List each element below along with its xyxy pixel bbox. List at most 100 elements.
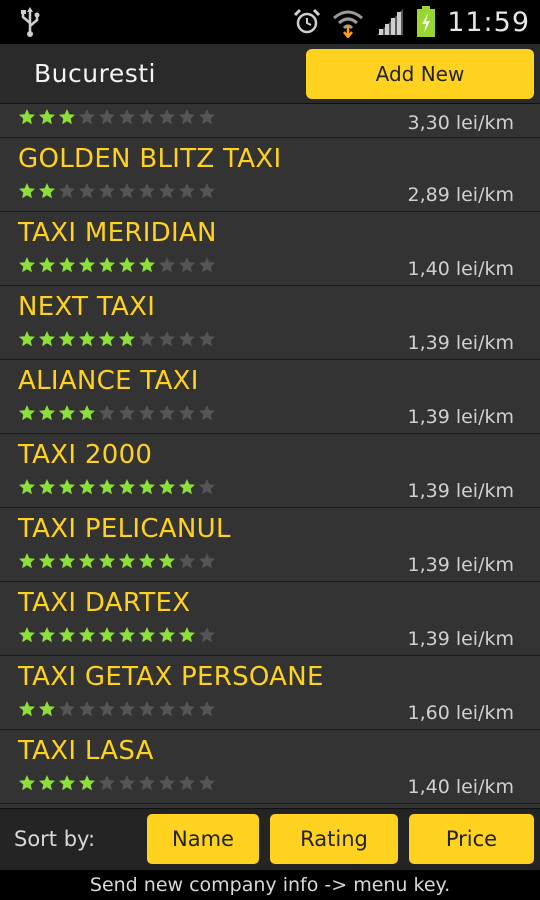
star-filled-icon (78, 774, 96, 792)
star-empty-icon (158, 774, 176, 792)
company-price: 1,39 lei/km (407, 480, 514, 502)
company-name: TAXI LASA (18, 736, 154, 766)
star-filled-icon (58, 626, 76, 644)
company-name: NEXT TAXI (18, 292, 156, 322)
status-bar: 11:59 (0, 0, 540, 44)
star-empty-icon (198, 478, 216, 496)
company-price: 3,30 lei/km (407, 112, 514, 134)
star-filled-icon (78, 256, 96, 274)
rating-stars (18, 552, 216, 570)
star-filled-icon (18, 700, 36, 718)
star-filled-icon (118, 478, 136, 496)
signal-icon (375, 7, 405, 37)
star-filled-icon (18, 626, 36, 644)
sort-by-name-button[interactable]: Name (147, 814, 259, 864)
star-empty-icon (178, 700, 196, 718)
star-empty-icon (118, 108, 136, 126)
star-filled-icon (58, 478, 76, 496)
star-empty-icon (198, 700, 216, 718)
company-price: 2,89 lei/km (407, 184, 514, 206)
add-new-button[interactable]: Add New (306, 49, 534, 99)
star-empty-icon (178, 552, 196, 570)
star-empty-icon (198, 182, 216, 200)
star-empty-icon (58, 700, 76, 718)
star-filled-icon (38, 700, 56, 718)
star-filled-icon (78, 552, 96, 570)
star-empty-icon (98, 404, 116, 422)
company-row[interactable]: GOLDEN BLITZ TAXI 2,89 lei/km (0, 138, 540, 212)
company-name: TAXI GETAX PERSOANE (18, 662, 324, 692)
city-title: Bucuresti (34, 59, 156, 88)
rating-stars (18, 256, 216, 274)
company-row[interactable]: TAXI GETAX PERSOANE 1,60 lei/km (0, 656, 540, 730)
star-empty-icon (178, 108, 196, 126)
star-filled-icon (58, 552, 76, 570)
star-empty-icon (198, 552, 216, 570)
star-filled-icon (38, 330, 56, 348)
star-filled-icon (18, 552, 36, 570)
star-empty-icon (178, 182, 196, 200)
star-filled-icon (158, 626, 176, 644)
star-filled-icon (178, 626, 196, 644)
usb-icon (19, 7, 41, 37)
alarm-icon (293, 8, 321, 36)
company-row[interactable]: NEXT TAXI 1,39 lei/km (0, 286, 540, 360)
star-filled-icon (78, 404, 96, 422)
star-filled-icon (78, 626, 96, 644)
star-filled-icon (98, 256, 116, 274)
star-empty-icon (158, 700, 176, 718)
company-price: 1,39 lei/km (407, 554, 514, 576)
star-empty-icon (78, 182, 96, 200)
star-filled-icon (18, 404, 36, 422)
star-empty-icon (178, 404, 196, 422)
company-row[interactable]: TAXI MERIDIAN 1,40 lei/km (0, 212, 540, 286)
star-empty-icon (198, 108, 216, 126)
battery-charging-icon (415, 6, 437, 38)
sort-by-price-button[interactable]: Price (409, 814, 534, 864)
star-empty-icon (98, 700, 116, 718)
star-empty-icon (78, 700, 96, 718)
company-row[interactable]: TAXI PELICANUL 1,39 lei/km (0, 508, 540, 582)
company-row[interactable]: TAXI 2000 1,39 lei/km (0, 434, 540, 508)
star-filled-icon (58, 330, 76, 348)
sort-by-rating-button[interactable]: Rating (270, 814, 398, 864)
star-filled-icon (58, 256, 76, 274)
star-empty-icon (78, 108, 96, 126)
star-empty-icon (138, 774, 156, 792)
rating-stars (18, 108, 216, 126)
star-filled-icon (118, 330, 136, 348)
rating-stars (18, 774, 216, 792)
footer-hint: Send new company info -> menu key. (0, 870, 540, 900)
star-filled-icon (58, 108, 76, 126)
star-empty-icon (98, 774, 116, 792)
star-filled-icon (178, 478, 196, 496)
star-empty-icon (178, 774, 196, 792)
app-header: Bucuresti Add New (0, 44, 540, 104)
star-empty-icon (138, 700, 156, 718)
company-row[interactable]: TAXI LASA 1,40 lei/km (0, 730, 540, 804)
company-row[interactable]: ALIANCE TAXI 1,39 lei/km (0, 360, 540, 434)
star-filled-icon (38, 182, 56, 200)
company-row[interactable]: TAXI DARTEX 1,39 lei/km (0, 582, 540, 656)
star-filled-icon (98, 330, 116, 348)
company-price: 1,40 lei/km (407, 776, 514, 798)
star-empty-icon (158, 330, 176, 348)
company-price: 1,39 lei/km (407, 628, 514, 650)
star-filled-icon (38, 404, 56, 422)
sort-bar: Sort by: Name Rating Price (0, 808, 540, 870)
star-empty-icon (118, 774, 136, 792)
star-filled-icon (138, 478, 156, 496)
star-filled-icon (38, 774, 56, 792)
star-empty-icon (138, 404, 156, 422)
company-name: TAXI PELICANUL (18, 514, 231, 544)
star-empty-icon (138, 108, 156, 126)
star-empty-icon (158, 256, 176, 274)
star-filled-icon (138, 256, 156, 274)
star-filled-icon (78, 330, 96, 348)
star-empty-icon (198, 626, 216, 644)
company-list[interactable]: 3,30 lei/km GOLDEN BLITZ TAXI 2,89 lei/km T… (0, 104, 540, 808)
company-row[interactable]: 3,30 lei/km (0, 104, 540, 138)
sort-label: Sort by: (14, 827, 96, 851)
star-empty-icon (198, 330, 216, 348)
star-filled-icon (38, 478, 56, 496)
